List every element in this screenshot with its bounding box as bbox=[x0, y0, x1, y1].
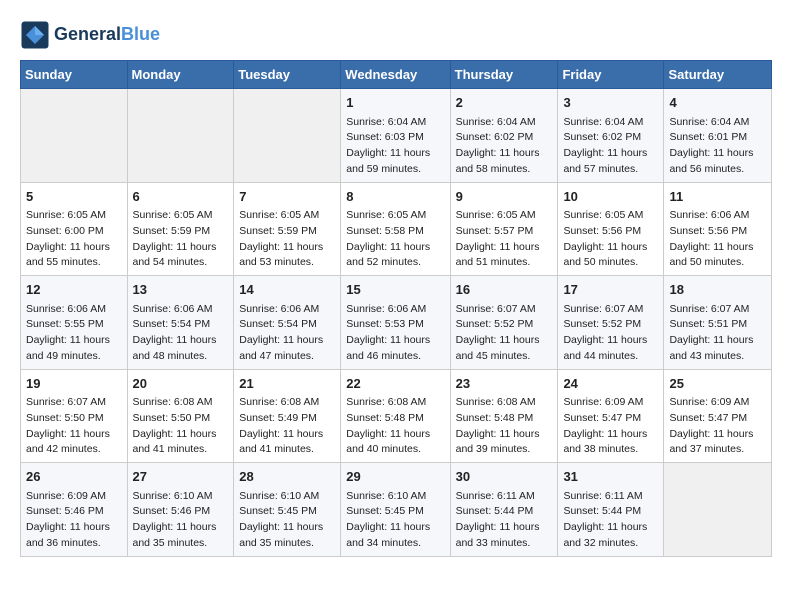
week-row-4: 19Sunrise: 6:07 AMSunset: 5:50 PMDayligh… bbox=[21, 369, 772, 463]
day-number: 30 bbox=[456, 467, 553, 487]
calendar-cell: 7Sunrise: 6:05 AMSunset: 5:59 PMDaylight… bbox=[234, 182, 341, 276]
calendar-cell: 11Sunrise: 6:06 AMSunset: 5:56 PMDayligh… bbox=[664, 182, 772, 276]
day-number: 27 bbox=[133, 467, 229, 487]
day-number: 16 bbox=[456, 280, 553, 300]
day-number: 24 bbox=[563, 374, 658, 394]
calendar-cell: 21Sunrise: 6:08 AMSunset: 5:49 PMDayligh… bbox=[234, 369, 341, 463]
logo-text: GeneralBlue bbox=[54, 25, 160, 45]
calendar-cell: 15Sunrise: 6:06 AMSunset: 5:53 PMDayligh… bbox=[341, 276, 450, 370]
day-number: 23 bbox=[456, 374, 553, 394]
day-number: 21 bbox=[239, 374, 335, 394]
logo: GeneralBlue bbox=[20, 20, 160, 50]
day-number: 5 bbox=[26, 187, 122, 207]
day-number: 31 bbox=[563, 467, 658, 487]
calendar-cell: 4Sunrise: 6:04 AMSunset: 6:01 PMDaylight… bbox=[664, 89, 772, 183]
calendar-cell: 1Sunrise: 6:04 AMSunset: 6:03 PMDaylight… bbox=[341, 89, 450, 183]
week-row-1: 1Sunrise: 6:04 AMSunset: 6:03 PMDaylight… bbox=[21, 89, 772, 183]
calendar-cell: 14Sunrise: 6:06 AMSunset: 5:54 PMDayligh… bbox=[234, 276, 341, 370]
day-number: 7 bbox=[239, 187, 335, 207]
calendar-cell bbox=[664, 463, 772, 557]
day-number: 15 bbox=[346, 280, 444, 300]
calendar-cell: 6Sunrise: 6:05 AMSunset: 5:59 PMDaylight… bbox=[127, 182, 234, 276]
calendar-cell: 5Sunrise: 6:05 AMSunset: 6:00 PMDaylight… bbox=[21, 182, 128, 276]
day-number: 26 bbox=[26, 467, 122, 487]
calendar-cell bbox=[234, 89, 341, 183]
weekday-header-monday: Monday bbox=[127, 61, 234, 89]
week-row-5: 26Sunrise: 6:09 AMSunset: 5:46 PMDayligh… bbox=[21, 463, 772, 557]
day-number: 22 bbox=[346, 374, 444, 394]
calendar-cell: 9Sunrise: 6:05 AMSunset: 5:57 PMDaylight… bbox=[450, 182, 558, 276]
calendar-cell: 25Sunrise: 6:09 AMSunset: 5:47 PMDayligh… bbox=[664, 369, 772, 463]
day-number: 11 bbox=[669, 187, 766, 207]
calendar-cell: 8Sunrise: 6:05 AMSunset: 5:58 PMDaylight… bbox=[341, 182, 450, 276]
calendar-cell bbox=[127, 89, 234, 183]
day-number: 13 bbox=[133, 280, 229, 300]
weekday-header-saturday: Saturday bbox=[664, 61, 772, 89]
calendar-cell: 22Sunrise: 6:08 AMSunset: 5:48 PMDayligh… bbox=[341, 369, 450, 463]
calendar-cell: 31Sunrise: 6:11 AMSunset: 5:44 PMDayligh… bbox=[558, 463, 664, 557]
page-header: GeneralBlue bbox=[20, 20, 772, 50]
calendar-cell: 20Sunrise: 6:08 AMSunset: 5:50 PMDayligh… bbox=[127, 369, 234, 463]
week-row-2: 5Sunrise: 6:05 AMSunset: 6:00 PMDaylight… bbox=[21, 182, 772, 276]
weekday-header-tuesday: Tuesday bbox=[234, 61, 341, 89]
calendar-cell: 28Sunrise: 6:10 AMSunset: 5:45 PMDayligh… bbox=[234, 463, 341, 557]
calendar-cell: 13Sunrise: 6:06 AMSunset: 5:54 PMDayligh… bbox=[127, 276, 234, 370]
calendar-cell: 30Sunrise: 6:11 AMSunset: 5:44 PMDayligh… bbox=[450, 463, 558, 557]
calendar-cell: 12Sunrise: 6:06 AMSunset: 5:55 PMDayligh… bbox=[21, 276, 128, 370]
day-number: 8 bbox=[346, 187, 444, 207]
calendar-cell bbox=[21, 89, 128, 183]
day-number: 6 bbox=[133, 187, 229, 207]
calendar-cell: 26Sunrise: 6:09 AMSunset: 5:46 PMDayligh… bbox=[21, 463, 128, 557]
week-row-3: 12Sunrise: 6:06 AMSunset: 5:55 PMDayligh… bbox=[21, 276, 772, 370]
day-number: 4 bbox=[669, 93, 766, 113]
calendar-cell: 24Sunrise: 6:09 AMSunset: 5:47 PMDayligh… bbox=[558, 369, 664, 463]
weekday-header-thursday: Thursday bbox=[450, 61, 558, 89]
weekday-header-wednesday: Wednesday bbox=[341, 61, 450, 89]
day-number: 14 bbox=[239, 280, 335, 300]
calendar-cell: 23Sunrise: 6:08 AMSunset: 5:48 PMDayligh… bbox=[450, 369, 558, 463]
calendar-cell: 2Sunrise: 6:04 AMSunset: 6:02 PMDaylight… bbox=[450, 89, 558, 183]
calendar-cell: 16Sunrise: 6:07 AMSunset: 5:52 PMDayligh… bbox=[450, 276, 558, 370]
day-number: 18 bbox=[669, 280, 766, 300]
day-number: 29 bbox=[346, 467, 444, 487]
day-number: 17 bbox=[563, 280, 658, 300]
calendar-cell: 29Sunrise: 6:10 AMSunset: 5:45 PMDayligh… bbox=[341, 463, 450, 557]
day-number: 10 bbox=[563, 187, 658, 207]
calendar-cell: 17Sunrise: 6:07 AMSunset: 5:52 PMDayligh… bbox=[558, 276, 664, 370]
day-number: 1 bbox=[346, 93, 444, 113]
day-number: 20 bbox=[133, 374, 229, 394]
calendar-cell: 27Sunrise: 6:10 AMSunset: 5:46 PMDayligh… bbox=[127, 463, 234, 557]
weekday-header-friday: Friday bbox=[558, 61, 664, 89]
day-number: 9 bbox=[456, 187, 553, 207]
calendar-cell: 3Sunrise: 6:04 AMSunset: 6:02 PMDaylight… bbox=[558, 89, 664, 183]
day-number: 12 bbox=[26, 280, 122, 300]
calendar-cell: 18Sunrise: 6:07 AMSunset: 5:51 PMDayligh… bbox=[664, 276, 772, 370]
calendar-table: SundayMondayTuesdayWednesdayThursdayFrid… bbox=[20, 60, 772, 557]
day-number: 3 bbox=[563, 93, 658, 113]
calendar-cell: 19Sunrise: 6:07 AMSunset: 5:50 PMDayligh… bbox=[21, 369, 128, 463]
calendar-cell: 10Sunrise: 6:05 AMSunset: 5:56 PMDayligh… bbox=[558, 182, 664, 276]
day-number: 28 bbox=[239, 467, 335, 487]
weekday-header-row: SundayMondayTuesdayWednesdayThursdayFrid… bbox=[21, 61, 772, 89]
day-number: 2 bbox=[456, 93, 553, 113]
day-number: 25 bbox=[669, 374, 766, 394]
day-number: 19 bbox=[26, 374, 122, 394]
weekday-header-sunday: Sunday bbox=[21, 61, 128, 89]
logo-icon bbox=[20, 20, 50, 50]
